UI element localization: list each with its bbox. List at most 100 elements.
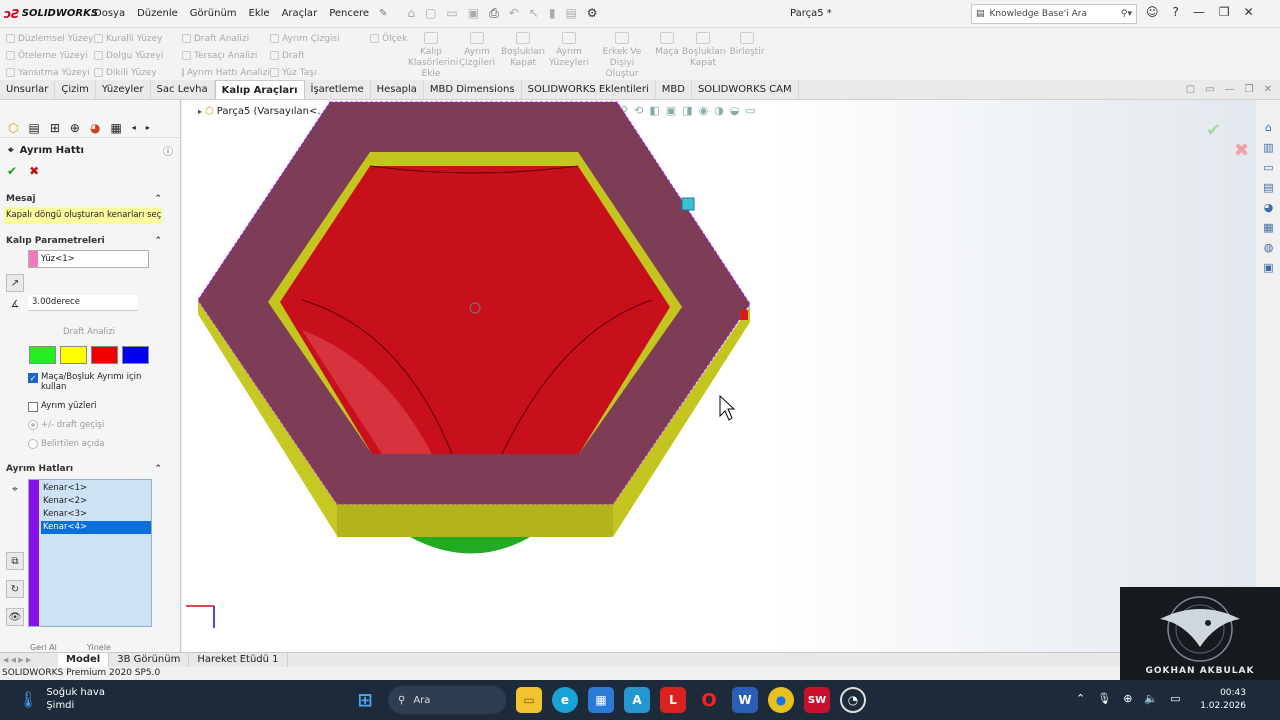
- account-icon[interactable]: ☺: [1146, 5, 1159, 19]
- tab-mold-tools[interactable]: Kalıp Araçları: [214, 80, 305, 99]
- undo-icon[interactable]: ↶: [509, 6, 519, 21]
- globe-icon[interactable]: ⊕: [1123, 692, 1132, 705]
- ribbon-big-item[interactable]: Ayrım Çizgileri: [454, 32, 500, 80]
- tile-icon[interactable]: ▢: [1186, 84, 1195, 95]
- obs-icon[interactable]: ◔: [840, 687, 866, 713]
- tab-sketch[interactable]: Çizim: [55, 80, 96, 99]
- chat-icon[interactable]: ▣: [1262, 260, 1276, 274]
- parting-faces-checkbox[interactable]: Ayrım yüzleri: [28, 401, 168, 412]
- tab-cam[interactable]: SOLIDWORKS CAM: [692, 80, 799, 99]
- select-icon[interactable]: ↖: [529, 6, 539, 21]
- view-palette-icon[interactable]: ▤: [1262, 180, 1276, 194]
- windows-start-icon[interactable]: ⊞: [352, 687, 378, 713]
- opera-icon[interactable]: O: [696, 687, 722, 713]
- forum-icon[interactable]: ◍: [1262, 240, 1276, 254]
- search-icon[interactable]: ⚲: [1121, 9, 1128, 19]
- parting-lines-header[interactable]: Ayrım Hatları ⌃: [6, 464, 162, 474]
- rotate-icon[interactable]: ↻: [6, 580, 24, 598]
- chevron-left-icon[interactable]: ◂: [132, 123, 136, 132]
- rebuild-icon[interactable]: ▮: [549, 6, 556, 21]
- open-icon[interactable]: ▭: [446, 6, 457, 21]
- doc-minimize-icon[interactable]: —: [1225, 84, 1235, 95]
- tab-features[interactable]: Unsurlar: [0, 80, 56, 99]
- tab-mbd[interactable]: MBD: [656, 80, 692, 99]
- confirm-cancel-icon[interactable]: ✖: [1234, 140, 1249, 161]
- minimize-icon[interactable]: —: [1193, 5, 1205, 19]
- chevron-right-icon[interactable]: ▸: [146, 123, 150, 132]
- configuration-icon[interactable]: ⊞: [50, 121, 60, 135]
- doc-maximize-icon[interactable]: ❐: [1245, 84, 1254, 95]
- property-manager-icon[interactable]: ▤: [28, 121, 39, 135]
- tab-motion-study[interactable]: Hareket Etüdü 1: [189, 652, 288, 668]
- clock[interactable]: 00:43 1.02.2026: [1196, 687, 1246, 713]
- tab-mbd-dimensions[interactable]: MBD Dimensions: [424, 80, 522, 99]
- display-manager-icon[interactable]: ◕: [90, 121, 100, 135]
- message-section-header[interactable]: Mesaj ⌃: [6, 194, 162, 204]
- radio-specified-angle[interactable]: Belirtilen açıda: [28, 439, 105, 449]
- cam-icon[interactable]: ▦: [110, 121, 121, 135]
- ribbon-item[interactable]: Kuralli Yüzey: [94, 30, 182, 47]
- chrome-icon[interactable]: ●: [768, 687, 794, 713]
- help-icon[interactable]: ?: [1173, 5, 1179, 19]
- tab-surfaces[interactable]: Yüzeyler: [96, 80, 151, 99]
- tab-model[interactable]: Model: [58, 652, 110, 668]
- cancel-x-icon[interactable]: ✖: [29, 164, 39, 178]
- use-core-cavity-checkbox[interactable]: ✓ Maça/Boşluk Ayrımı için kullan: [28, 372, 168, 392]
- menu-edit[interactable]: Düzenle: [131, 8, 184, 19]
- solidworks-logo[interactable]: ᴐƧ SOLIDWORKS: [0, 7, 98, 21]
- menu-window[interactable]: Pencere: [323, 8, 375, 19]
- save-icon[interactable]: ▣: [468, 6, 479, 21]
- ribbon-item[interactable]: Draft: [270, 47, 370, 64]
- ribbon-big-item[interactable]: Erkek Ve Dişiyi Oluştur: [592, 32, 652, 80]
- mold-part-model[interactable]: [182, 100, 1256, 652]
- word-icon[interactable]: W: [732, 687, 758, 713]
- list-item[interactable]: Kenar<3>: [41, 508, 151, 521]
- tab-markup[interactable]: İşaretleme: [305, 80, 371, 99]
- ribbon-item[interactable]: Dolgu Yüzeyi: [94, 47, 182, 64]
- menu-tools[interactable]: Araçlar: [276, 8, 324, 19]
- ribbon-item[interactable]: Dikili Yüzey: [94, 64, 182, 81]
- help-icon[interactable]: ⓘ: [163, 143, 173, 158]
- ribbon-item[interactable]: Ayrım Çizgisi: [270, 30, 370, 47]
- new-icon[interactable]: ▢: [425, 6, 436, 21]
- doc-close-icon[interactable]: ✕: [1264, 84, 1272, 95]
- list-item[interactable]: Kenar<4>: [41, 521, 151, 534]
- file-explorer-icon[interactable]: ▭: [1262, 160, 1276, 174]
- ribbon-item[interactable]: Düzlemsel Yüzey: [6, 30, 94, 47]
- autocad-icon[interactable]: A: [624, 687, 650, 713]
- select-edge-tool-icon[interactable]: ⧉: [6, 552, 24, 570]
- menu-insert[interactable]: Ekle: [243, 8, 276, 19]
- collapse-icon[interactable]: ⌃: [154, 194, 162, 204]
- home-icon[interactable]: ⌂: [407, 6, 415, 21]
- options-gear-icon[interactable]: ⚙: [587, 6, 598, 21]
- file-properties-icon[interactable]: ▤: [565, 6, 576, 21]
- ok-check-icon[interactable]: ✔: [7, 164, 17, 178]
- weather-widget[interactable]: 🌡 Soğuk hava Şimdi: [18, 686, 105, 712]
- mold-params-header[interactable]: Kalıp Parametreleri ⌃: [6, 236, 162, 246]
- volume-icon[interactable]: 🔈: [1144, 692, 1158, 705]
- confirm-check-icon[interactable]: ✔: [1206, 120, 1221, 141]
- ribbon-item[interactable]: Draft Analizi: [182, 30, 270, 47]
- menu-view[interactable]: Görünüm: [184, 8, 243, 19]
- ribbon-big-item[interactable]: Ayrım Yüzeyleri: [546, 32, 592, 80]
- reverse-direction-icon[interactable]: ↗: [6, 274, 24, 292]
- app-l-icon[interactable]: L: [660, 687, 686, 713]
- tab-3d-view[interactable]: 3B Görünüm: [109, 652, 190, 668]
- close-icon[interactable]: ✕: [1244, 5, 1254, 19]
- list-item[interactable]: Kenar<1>: [41, 482, 151, 495]
- taskbar-search[interactable]: ⚲ Ara: [388, 686, 506, 714]
- chevron-down-icon[interactable]: ▾: [1127, 9, 1132, 19]
- feature-tree-icon[interactable]: ⬡: [8, 121, 18, 135]
- store-icon[interactable]: ▦: [588, 687, 614, 713]
- draft-angle-input[interactable]: 3.00derece: [28, 295, 138, 311]
- design-library-icon[interactable]: ▥: [1262, 140, 1276, 154]
- ribbon-item[interactable]: Yansıtma Yüzeyi: [6, 64, 94, 81]
- solidworks-taskbar-icon[interactable]: SW: [804, 687, 830, 713]
- ribbon-big-item[interactable]: Boşlukları Kapat: [682, 32, 726, 80]
- direction-face-field[interactable]: Yüz<1>: [28, 250, 149, 268]
- ribbon-big-item[interactable]: Kalıp Klasörlerini Ekle: [408, 32, 458, 80]
- print-icon[interactable]: ⎙: [489, 6, 499, 21]
- search-input[interactable]: Knowledge Base'i Ara: [990, 9, 1121, 19]
- doc-restore-icon[interactable]: ▭: [1205, 84, 1214, 95]
- edge-browser-icon[interactable]: e: [552, 687, 578, 713]
